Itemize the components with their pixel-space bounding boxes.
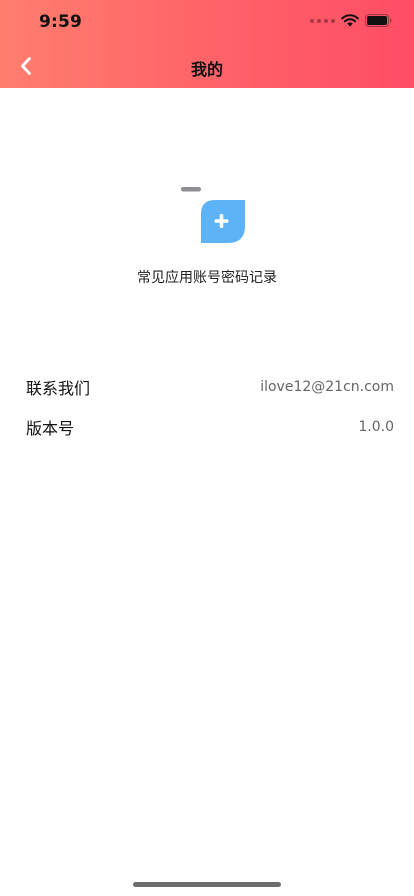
home-indicator[interactable] (133, 882, 281, 887)
screen: 9:59 我的 常见应用账号密码记录 联系我们 ilove12@21cn.com… (0, 0, 414, 896)
contact-label: 联系我们 (26, 379, 91, 398)
status-icons (310, 14, 392, 27)
version-row: 版本号 1.0.0 (26, 415, 394, 439)
contact-row[interactable]: 联系我们 ilove12@21cn.com (26, 375, 394, 399)
page-title: 我的 (190, 60, 223, 79)
version-label: 版本号 (26, 419, 75, 438)
battery-icon (365, 14, 392, 27)
signal-dots-icon (310, 18, 335, 23)
contact-email: ilove12@21cn.com (260, 379, 394, 395)
wifi-icon (341, 14, 359, 27)
status-time: 9:59 (39, 12, 83, 32)
plus-leaf-icon (181, 187, 245, 243)
app-name: 常见应用账号密码记录 (137, 270, 277, 286)
header: 9:59 我的 (0, 0, 414, 88)
version-value: 1.0.0 (358, 419, 394, 435)
